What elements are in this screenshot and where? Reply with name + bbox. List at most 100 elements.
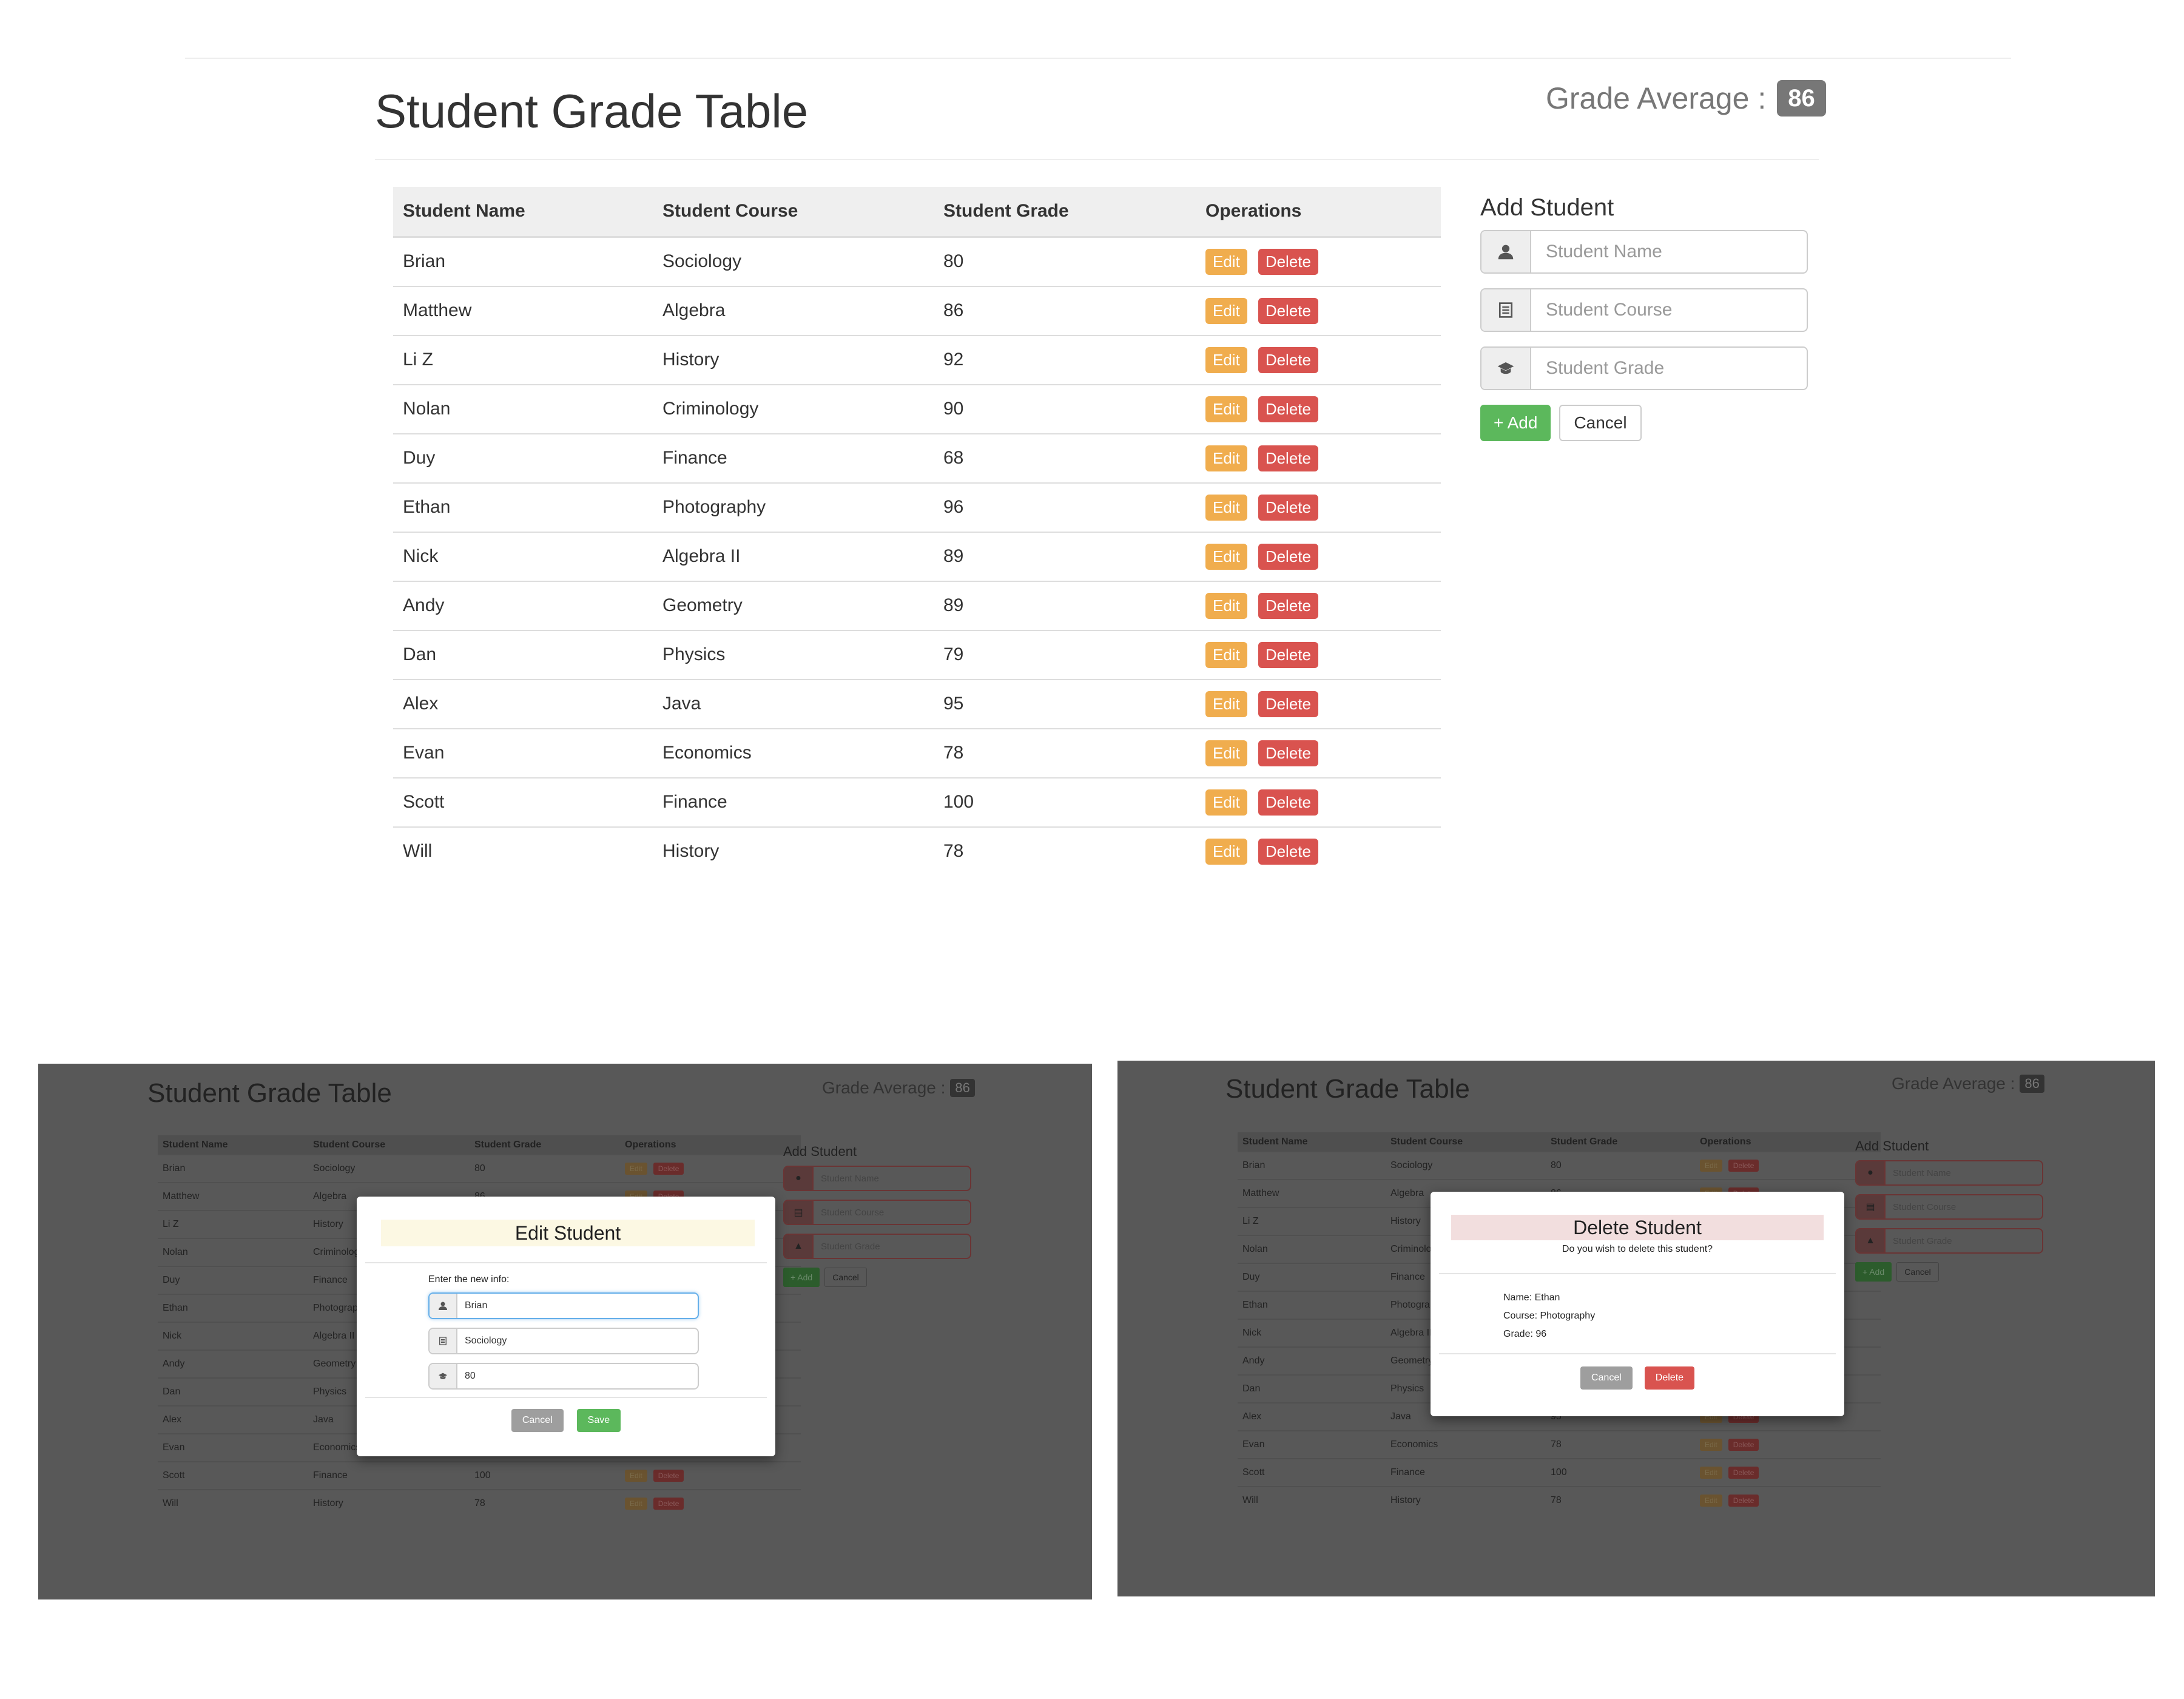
grade-average: Grade Average : 86	[1546, 80, 1826, 117]
grade-average-label: Grade Average :	[1546, 81, 1767, 115]
cell-student-grade: 79	[934, 630, 1196, 680]
edit-button[interactable]: Edit	[1205, 494, 1247, 521]
student-course-input[interactable]	[1531, 289, 1807, 331]
delete-button[interactable]: Delete	[1258, 543, 1318, 570]
edit-button[interactable]: Edit	[1205, 543, 1247, 570]
delete-button[interactable]: Delete	[1258, 789, 1318, 816]
edit-button[interactable]: Edit	[1205, 789, 1247, 816]
delete-cancel-button[interactable]: Cancel	[1580, 1366, 1633, 1390]
student-grade-input[interactable]	[1531, 348, 1807, 389]
student-grade-input[interactable]	[814, 1235, 970, 1258]
add-button[interactable]: + Add	[1480, 405, 1551, 441]
header-divider	[375, 159, 1819, 160]
edit-button[interactable]: Edit	[1205, 248, 1247, 275]
delete-button[interactable]: Delete	[653, 1163, 684, 1175]
delete-button[interactable]: Delete	[1258, 445, 1318, 471]
cell-student-name: Duy	[393, 433, 653, 484]
delete-button[interactable]: Delete	[1258, 297, 1318, 324]
edit-save-button[interactable]: Save	[576, 1409, 621, 1432]
student-course-group: ▤	[1855, 1194, 2043, 1220]
cell-student-grade: 100	[470, 1462, 620, 1490]
student-name-group: ●	[783, 1166, 971, 1191]
edit-button[interactable]: Edit	[1205, 445, 1247, 471]
delete-button[interactable]: Delete	[653, 1470, 684, 1482]
edit-grade-input[interactable]	[457, 1364, 698, 1388]
edit-button[interactable]: Edit	[1205, 592, 1247, 619]
cell-student-name: Andy	[158, 1350, 308, 1379]
student-name-group	[1480, 230, 1808, 274]
delete-button[interactable]: Delete	[1258, 740, 1318, 766]
delete-button[interactable]: Delete	[1258, 691, 1318, 717]
edit-button[interactable]: Edit	[1700, 1467, 1722, 1479]
delete-button[interactable]: Delete	[1728, 1439, 1759, 1451]
delete-button[interactable]: Delete	[1728, 1467, 1759, 1479]
graduation-cap-icon: ▲	[784, 1235, 814, 1258]
delete-modal-title: Delete Student	[1451, 1215, 1824, 1240]
edit-button[interactable]: Edit	[1205, 346, 1247, 373]
list-alt-icon	[1481, 289, 1531, 331]
header-student-course: Student Course	[653, 187, 934, 238]
edit-button[interactable]: Edit	[1205, 396, 1247, 422]
edit-cancel-button[interactable]: Cancel	[511, 1409, 564, 1432]
delete-button[interactable]: Delete	[1258, 838, 1318, 865]
cell-student-name: Andy	[393, 581, 653, 631]
grade-average-badge: 86	[950, 1079, 975, 1097]
cell-operations: Edit Delete	[1196, 286, 1441, 336]
student-course-input[interactable]	[814, 1201, 970, 1224]
cell-student-grade: 78	[474, 1498, 485, 1508]
cell-student-course: Java	[653, 679, 934, 729]
cell-student-course: Sociology	[308, 1155, 470, 1183]
edit-button[interactable]: Edit	[1205, 740, 1247, 766]
cell-student-grade: 100	[934, 777, 1196, 828]
table-row: Will History 78 Edit Delete	[393, 827, 1441, 876]
student-name-input[interactable]	[1531, 231, 1807, 272]
delete-button[interactable]: Delete	[1728, 1160, 1759, 1172]
add-button[interactable]: + Add	[783, 1268, 820, 1287]
table-row: AndyGeometry89 Edit Delete	[393, 581, 1441, 631]
delete-button[interactable]: Delete	[1258, 592, 1318, 619]
cell-student-course: Geometry	[653, 581, 934, 631]
student-name-input[interactable]	[814, 1167, 970, 1190]
edit-button[interactable]: Edit	[1205, 691, 1247, 717]
delete-confirm-button[interactable]: Delete	[1644, 1366, 1695, 1390]
cancel-button[interactable]: Cancel	[1559, 405, 1642, 441]
edit-button[interactable]: Edit	[1205, 297, 1247, 324]
delete-button[interactable]: Delete	[1258, 396, 1318, 422]
edit-button[interactable]: Edit	[625, 1470, 647, 1482]
cell-operations: Edit Delete	[1196, 728, 1441, 779]
list-alt-icon: ▤	[784, 1201, 814, 1224]
table-row: MatthewAlgebra86 Edit Delete	[393, 286, 1441, 336]
delete-button[interactable]: Delete	[1258, 494, 1318, 521]
delete-button[interactable]: Delete	[1258, 346, 1318, 373]
edit-button[interactable]: Edit	[1205, 838, 1247, 865]
edit-button[interactable]: Edit	[625, 1163, 647, 1175]
user-icon	[430, 1294, 457, 1318]
cancel-button[interactable]: Cancel	[824, 1268, 867, 1287]
edit-button[interactable]: Edit	[1205, 641, 1247, 668]
delete-button[interactable]: Delete	[1258, 248, 1318, 275]
add-button[interactable]: + Add	[1855, 1262, 1892, 1282]
delete-button[interactable]: Delete	[653, 1498, 684, 1510]
edit-name-input[interactable]	[457, 1294, 698, 1318]
edit-button[interactable]: Edit	[1700, 1160, 1722, 1172]
edit-course-input[interactable]	[457, 1329, 698, 1353]
edit-button[interactable]: Edit	[1700, 1495, 1722, 1507]
student-grade-input[interactable]	[1886, 1229, 2042, 1252]
header-student-grade: Student Grade	[470, 1135, 620, 1155]
student-course-input[interactable]	[1886, 1195, 2042, 1218]
student-name-input[interactable]	[1886, 1161, 2042, 1184]
cancel-button[interactable]: Cancel	[1896, 1262, 1939, 1282]
cell-student-course: Finance	[653, 777, 934, 828]
table-row: AlexJava95 Edit Delete	[393, 679, 1441, 729]
edit-button[interactable]: Edit	[1700, 1439, 1722, 1451]
cell-student-course: Finance	[1386, 1459, 1546, 1487]
cell-student-course: Finance	[308, 1462, 470, 1490]
delete-button[interactable]: Delete	[1258, 641, 1318, 668]
delete-details: Name: Ethan Course: Photography Grade: 9…	[1503, 1289, 1595, 1343]
page-title: Student Grade Table	[375, 84, 809, 138]
cell-student-course: History	[662, 841, 720, 861]
table-row: Will History 78 Edit Delete	[158, 1490, 801, 1517]
edit-fields	[428, 1292, 699, 1398]
edit-button[interactable]: Edit	[625, 1498, 647, 1510]
delete-button[interactable]: Delete	[1728, 1495, 1759, 1507]
